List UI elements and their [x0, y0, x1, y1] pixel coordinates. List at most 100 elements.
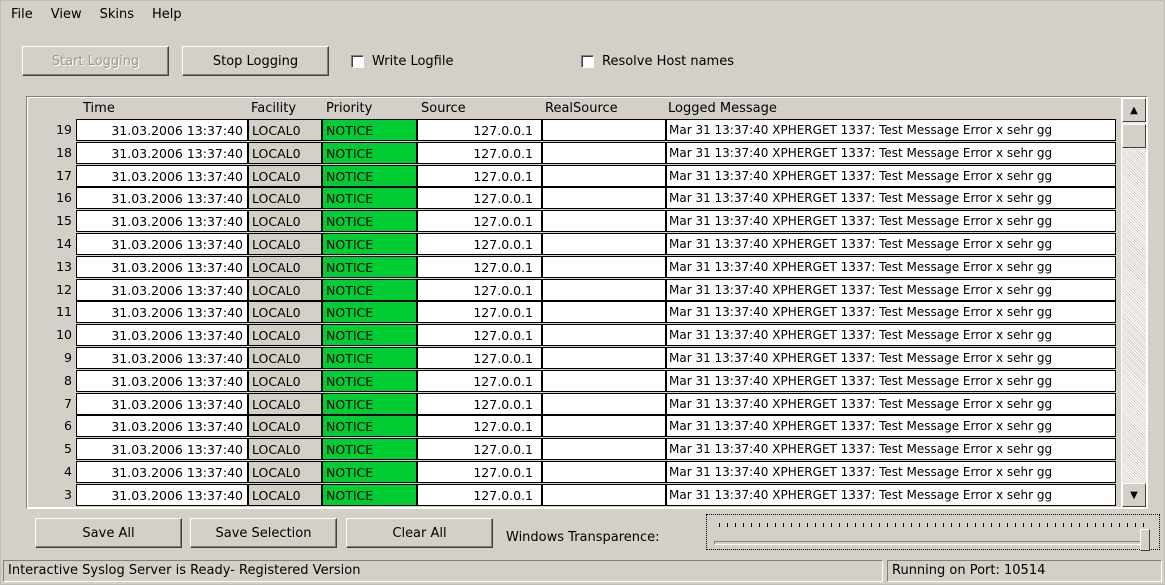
cell-realsource [542, 210, 666, 233]
column-header-time[interactable]: Time [83, 101, 115, 116]
vertical-scrollbar[interactable]: ▲ ▼ [1122, 98, 1146, 507]
cell-priority: NOTICE [322, 141, 417, 164]
cell-source: 127.0.0.1 [417, 415, 542, 438]
cell-source: 127.0.0.1 [417, 483, 542, 506]
column-header-facility[interactable]: Facility [251, 101, 296, 116]
cell-message: Mar 31 13:37:40 XPHERGET 1337: Test Mess… [666, 324, 1116, 347]
log-table-viewport: Time Facility Priority Source RealSource… [28, 98, 1121, 507]
menu-help[interactable]: Help [152, 5, 190, 25]
cell-facility: LOCAL0 [248, 210, 322, 233]
cell-time: 31.03.2006 13:37:40 [76, 346, 248, 369]
cell-source: 127.0.0.1 [417, 301, 542, 324]
column-header-message[interactable]: Logged Message [668, 101, 777, 116]
cell-realsource [542, 301, 666, 324]
save-selection-button[interactable]: Save Selection [190, 518, 337, 548]
cell-message: Mar 31 13:37:40 XPHERGET 1337: Test Mess… [666, 278, 1116, 301]
cell-message: Mar 31 13:37:40 XPHERGET 1337: Test Mess… [666, 301, 1116, 324]
cell-facility: LOCAL0 [248, 278, 322, 301]
menu-view[interactable]: View [51, 5, 90, 25]
transparence-slider[interactable] [704, 513, 1164, 553]
cell-message: Mar 31 13:37:40 XPHERGET 1337: Test Mess… [666, 460, 1116, 483]
cell-time: 31.03.2006 13:37:40 [76, 483, 248, 506]
row-number: 6 [28, 415, 76, 438]
cell-time: 31.03.2006 13:37:40 [76, 460, 248, 483]
cell-realsource [542, 255, 666, 278]
cell-realsource [542, 415, 666, 438]
scroll-up-arrow-icon[interactable]: ▲ [1122, 98, 1146, 122]
table-row[interactable]: 15 31.03.2006 13:37:40 LOCAL0 NOTICE 127.0.0… [28, 210, 1121, 233]
cell-priority: NOTICE [322, 119, 417, 141]
resolve-host-names-checkbox[interactable]: Resolve Host names [581, 54, 734, 69]
scroll-thumb[interactable] [1122, 124, 1146, 148]
save-all-button[interactable]: Save All [35, 518, 182, 548]
cell-source: 127.0.0.1 [417, 324, 542, 347]
write-logfile-label: Write Logfile [372, 54, 454, 69]
table-row[interactable]: 11 31.03.2006 13:37:40 LOCAL0 NOTICE 127.0.0… [28, 301, 1121, 324]
table-row[interactable]: 17 31.03.2006 13:37:40 LOCAL0 NOTICE 127.0.0… [28, 164, 1121, 188]
table-row[interactable]: 7 31.03.2006 13:37:40 LOCAL0 NOTICE 127.0.0.… [28, 392, 1121, 416]
cell-facility: LOCAL0 [248, 369, 322, 392]
log-table[interactable]: Time Facility Priority Source RealSource… [26, 96, 1148, 509]
table-row[interactable]: 6 31.03.2006 13:37:40 LOCAL0 NOTICE 127.0.0.… [28, 415, 1121, 438]
cell-priority: NOTICE [322, 232, 417, 255]
stop-logging-button[interactable]: Stop Logging [182, 46, 329, 76]
scroll-down-arrow-icon[interactable]: ▼ [1122, 483, 1146, 507]
row-number: 3 [28, 483, 76, 506]
cell-message: Mar 31 13:37:40 XPHERGET 1337: Test Mess… [666, 346, 1116, 369]
cell-message: Mar 31 13:37:40 XPHERGET 1337: Test Mess… [666, 164, 1116, 187]
table-row[interactable]: 13 31.03.2006 13:37:40 LOCAL0 NOTICE 127.0.0… [28, 255, 1121, 279]
cell-facility: LOCAL0 [248, 324, 322, 347]
table-row[interactable]: 10 31.03.2006 13:37:40 LOCAL0 NOTICE 127.0.0… [28, 324, 1121, 347]
table-row[interactable]: 3 31.03.2006 13:37:40 LOCAL0 NOTICE 127.0.0.… [28, 483, 1121, 507]
cell-facility: LOCAL0 [248, 255, 322, 278]
column-header-realsource[interactable]: RealSource [545, 101, 618, 116]
cell-facility: LOCAL0 [248, 438, 322, 461]
table-row[interactable]: 18 31.03.2006 13:37:40 LOCAL0 NOTICE 127.0.0… [28, 141, 1121, 165]
cell-time: 31.03.2006 13:37:40 [76, 141, 248, 164]
cell-source: 127.0.0.1 [417, 164, 542, 187]
cell-facility: LOCAL0 [248, 119, 322, 141]
table-row[interactable]: 14 31.03.2006 13:37:40 LOCAL0 NOTICE 127.0.0… [28, 232, 1121, 256]
cell-time: 31.03.2006 13:37:40 [76, 232, 248, 255]
row-number: 12 [28, 278, 76, 301]
cell-source: 127.0.0.1 [417, 392, 542, 415]
cell-facility: LOCAL0 [248, 483, 322, 506]
cell-realsource [542, 438, 666, 461]
cell-priority: NOTICE [322, 415, 417, 438]
cell-priority: NOTICE [322, 483, 417, 506]
clear-all-button[interactable]: Clear All [346, 518, 493, 548]
slider-thumb[interactable] [1140, 529, 1150, 551]
table-row[interactable]: 4 31.03.2006 13:37:40 LOCAL0 NOTICE 127.0.0.… [28, 460, 1121, 484]
resolve-host-names-box[interactable] [581, 55, 594, 68]
table-row[interactable]: 12 31.03.2006 13:37:40 LOCAL0 NOTICE 127.0.0… [28, 278, 1121, 302]
table-row[interactable]: 9 31.03.2006 13:37:40 LOCAL0 NOTICE 127.0.0.… [28, 346, 1121, 370]
table-row[interactable]: 8 31.03.2006 13:37:40 LOCAL0 NOTICE 127.0.0.… [28, 369, 1121, 393]
row-number: 17 [28, 164, 76, 187]
cell-time: 31.03.2006 13:37:40 [76, 438, 248, 461]
column-header-source[interactable]: Source [421, 101, 466, 116]
start-logging-button[interactable]: Start Logging [22, 46, 169, 76]
write-logfile-checkbox[interactable]: Write Logfile [351, 54, 453, 69]
cell-priority: NOTICE [322, 346, 417, 369]
cell-message: Mar 31 13:37:40 XPHERGET 1337: Test Mess… [666, 187, 1116, 210]
slider-track[interactable] [714, 541, 1149, 545]
row-number: 18 [28, 141, 76, 164]
table-row[interactable]: 5 31.03.2006 13:37:40 LOCAL0 NOTICE 127.0.0.… [28, 438, 1121, 461]
row-number: 16 [28, 187, 76, 210]
cell-source: 127.0.0.1 [417, 460, 542, 483]
cell-priority: NOTICE [322, 278, 417, 301]
resolve-host-names-label: Resolve Host names [602, 54, 734, 69]
menu-skins[interactable]: Skins [100, 5, 142, 25]
cell-time: 31.03.2006 13:37:40 [76, 210, 248, 233]
cell-priority: NOTICE [322, 438, 417, 461]
menu-file[interactable]: File [11, 5, 41, 25]
cell-time: 31.03.2006 13:37:40 [76, 301, 248, 324]
table-row[interactable]: 16 31.03.2006 13:37:40 LOCAL0 NOTICE 127.0.0… [28, 187, 1121, 210]
menu-bar: File View Skins Help [11, 5, 200, 25]
cell-source: 127.0.0.1 [417, 278, 542, 301]
cell-facility: LOCAL0 [248, 392, 322, 415]
write-logfile-box[interactable] [351, 55, 364, 68]
column-header-priority[interactable]: Priority [326, 101, 372, 116]
table-row[interactable]: 19 31.03.2006 13:37:40 LOCAL0 NOTICE 127.0.0… [28, 119, 1121, 142]
cell-priority: NOTICE [322, 255, 417, 278]
